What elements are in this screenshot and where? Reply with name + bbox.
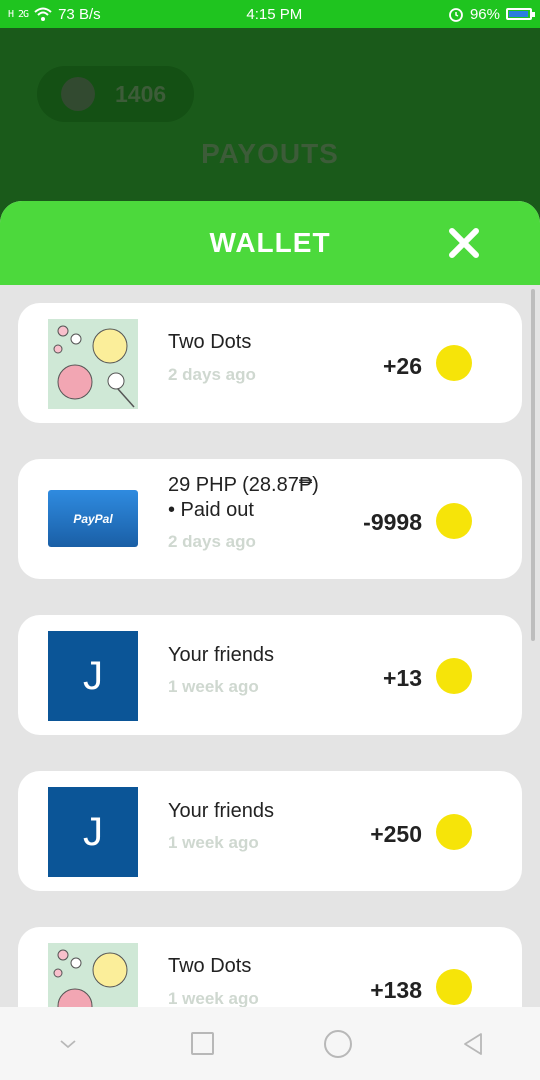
- network-speed: 73 B/s: [58, 5, 101, 23]
- transaction-list[interactable]: Two Dots 2 days ago +26 PayPal 29 PHP (2…: [0, 285, 540, 1007]
- alarm-icon: [449, 8, 463, 22]
- chevron-down-icon: [59, 1039, 76, 1048]
- scrollbar[interactable]: [531, 289, 535, 641]
- friend-avatar: J: [48, 787, 138, 877]
- clock: 4:15 PM: [246, 5, 303, 23]
- transaction-time: 1 week ago: [168, 989, 259, 1007]
- transaction-amount: -9998: [363, 509, 422, 535]
- transaction-title: Your friends: [168, 800, 274, 822]
- signal-icon: H 2G: [8, 8, 29, 20]
- transaction-time: 1 week ago: [168, 677, 259, 696]
- coin-balance: 1406: [115, 80, 167, 107]
- transaction-amount: +26: [382, 353, 422, 379]
- transaction-amount: +13: [382, 665, 422, 691]
- status-bar: H 2G 73 B/s 4:15 PM 96%: [0, 0, 540, 28]
- nav-recents-button[interactable]: [173, 1024, 233, 1064]
- close-icon: [449, 228, 479, 258]
- payouts-screen-background: [0, 28, 540, 228]
- transaction-time: 1 week ago: [168, 833, 259, 852]
- coin-icon: [61, 77, 95, 111]
- transaction-title: Your friends: [168, 644, 274, 666]
- transaction-row[interactable]: J Your friends 1 week ago +13: [18, 615, 522, 735]
- coin-icon: [436, 814, 472, 850]
- paypal-logo: PayPal: [48, 490, 138, 547]
- transaction-amount: +138: [370, 977, 422, 1003]
- coin-icon: [436, 969, 472, 1005]
- wifi-icon: [34, 7, 52, 21]
- transaction-row[interactable]: J Your friends 1 week ago +250: [18, 771, 522, 891]
- transaction-row[interactable]: PayPal 29 PHP (28.87₱) • Paid out 2 days…: [18, 459, 522, 579]
- transaction-row[interactable]: Two Dots 2 days ago +26: [18, 303, 522, 423]
- paypal-logo-text: PayPal: [73, 511, 113, 526]
- friend-avatar: J: [48, 631, 138, 721]
- navigation-bar: [0, 1007, 540, 1080]
- friend-initial: J: [83, 809, 103, 854]
- battery-percent: 96%: [469, 5, 500, 23]
- battery-icon: [506, 8, 535, 20]
- two-dots-game-icon: [48, 319, 138, 409]
- coin-icon: [436, 658, 472, 694]
- wallet-title: WALLET: [209, 227, 331, 258]
- two-dots-game-icon: [48, 943, 138, 1007]
- nav-back-button[interactable]: [443, 1024, 503, 1064]
- recents-icon: [191, 1032, 214, 1055]
- nav-hide-button[interactable]: [38, 1024, 98, 1064]
- coin-balance-pill[interactable]: 1406: [37, 66, 194, 122]
- wallet-header: WALLET: [0, 201, 540, 285]
- transaction-time: 2 days ago: [168, 365, 256, 384]
- wallet-sheet: WALLET Two Dots 2 days ago +26 PayPal 29…: [0, 201, 540, 1007]
- back-icon: [463, 1032, 482, 1055]
- transaction-time: 2 days ago: [168, 532, 256, 551]
- coin-icon: [436, 345, 472, 381]
- transaction-row[interactable]: Two Dots 1 week ago +138: [18, 927, 522, 1007]
- transaction-title-line2: • Paid out: [168, 499, 254, 521]
- transaction-amount: +250: [370, 821, 422, 847]
- nav-home-button[interactable]: [308, 1024, 368, 1064]
- transaction-title-line1: 29 PHP (28.87₱): [168, 474, 319, 496]
- friend-initial: J: [83, 653, 103, 698]
- close-button[interactable]: [446, 225, 482, 261]
- coin-icon: [436, 503, 472, 539]
- page-title: PAYOUTS: [201, 138, 339, 169]
- transaction-title: Two Dots: [168, 955, 252, 977]
- transaction-title: Two Dots: [168, 331, 252, 353]
- home-icon: [323, 1029, 352, 1058]
